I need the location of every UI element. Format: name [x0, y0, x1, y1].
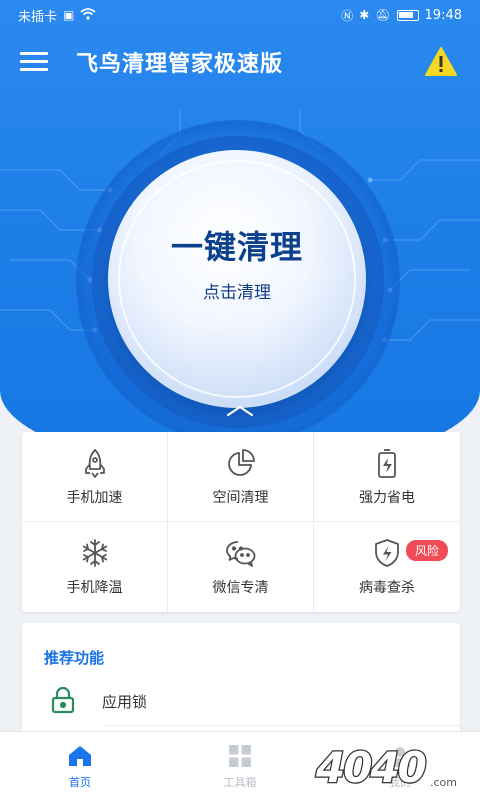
tool-phone-speedup[interactable]: 手机加速 — [22, 432, 168, 522]
recommend-item-app-lock[interactable]: 应用锁 — [22, 679, 460, 723]
nfc-icon: Ⓝ — [341, 8, 354, 23]
snowflake-icon — [82, 539, 107, 567]
svg-text:4040: 4040 — [315, 743, 426, 792]
nav-toolbox[interactable]: 工具箱 — [160, 732, 320, 800]
rocket-icon — [84, 448, 105, 478]
tool-label: 手机加速 — [66, 489, 123, 506]
tool-label: 病毒查杀 — [359, 580, 415, 596]
wechat-icon — [225, 541, 255, 567]
status-bar: 未插卡 ▣ Ⓝ ✱ 🔕︎ 19:48 — [0, 0, 480, 30]
tool-virus-scan[interactable]: 风险 病毒查杀 — [314, 522, 460, 612]
svg-text:.com: .com — [430, 776, 457, 789]
app-bar: 飞鸟清理管家极速版 — [0, 40, 480, 82]
home-icon — [69, 746, 91, 766]
recommend-title: 推荐功能 — [44, 649, 105, 667]
wifi-icon — [80, 7, 96, 23]
tools-grid: 手机加速 空间清理 强力省电 手机降温 微信专清 风险 病毒查杀 — [22, 432, 460, 612]
grid-icon — [229, 745, 251, 767]
lock-icon — [51, 686, 75, 714]
chevron-up-icon[interactable] — [224, 403, 256, 419]
nav-label: 工具箱 — [223, 776, 257, 789]
clock-text: 19:48 — [424, 7, 462, 23]
tool-label: 微信专清 — [212, 580, 269, 596]
watermark-logo: 4040 .com — [314, 742, 457, 794]
divider — [102, 725, 460, 726]
tool-phone-cooling[interactable]: 手机降温 — [22, 522, 168, 612]
tool-label: 手机降温 — [66, 580, 123, 596]
tool-label: 空间清理 — [212, 489, 269, 506]
clean-button-title: 一键清理 — [170, 228, 303, 266]
risk-badge: 风险 — [405, 540, 448, 561]
clean-button-subtitle: 点击清理 — [203, 283, 271, 303]
nav-label: 首页 — [69, 776, 91, 789]
shield-bolt-icon — [375, 539, 399, 567]
battery-icon — [396, 9, 419, 21]
hero-background: 未插卡 ▣ Ⓝ ✱ 🔕︎ 19:48 飞鸟清理管家极速版 一键清理 点击清理 — [0, 0, 480, 470]
hamburger-icon[interactable] — [20, 49, 48, 73]
one-key-clean-button[interactable]: 一键清理 点击清理 — [108, 150, 366, 408]
carrier-text: 未插卡 — [18, 9, 58, 25]
nav-home[interactable]: 首页 — [0, 732, 160, 800]
warning-icon[interactable] — [424, 46, 458, 78]
app-title: 飞鸟清理管家极速版 — [76, 52, 284, 77]
tool-power-saving[interactable]: 强力省电 — [314, 432, 460, 522]
mute-icon: 🔕︎ — [375, 8, 391, 22]
bluetooth-icon: ✱ — [359, 8, 370, 22]
tool-label: 强力省电 — [359, 489, 415, 506]
pie-chart-icon — [227, 448, 255, 476]
tool-wechat-clean[interactable]: 微信专清 — [168, 522, 314, 612]
recommend-item-label: 应用锁 — [102, 693, 148, 711]
battery-bolt-icon — [378, 448, 396, 478]
tool-space-clean[interactable]: 空间清理 — [168, 432, 314, 522]
sim-icon: ▣ — [63, 8, 75, 22]
